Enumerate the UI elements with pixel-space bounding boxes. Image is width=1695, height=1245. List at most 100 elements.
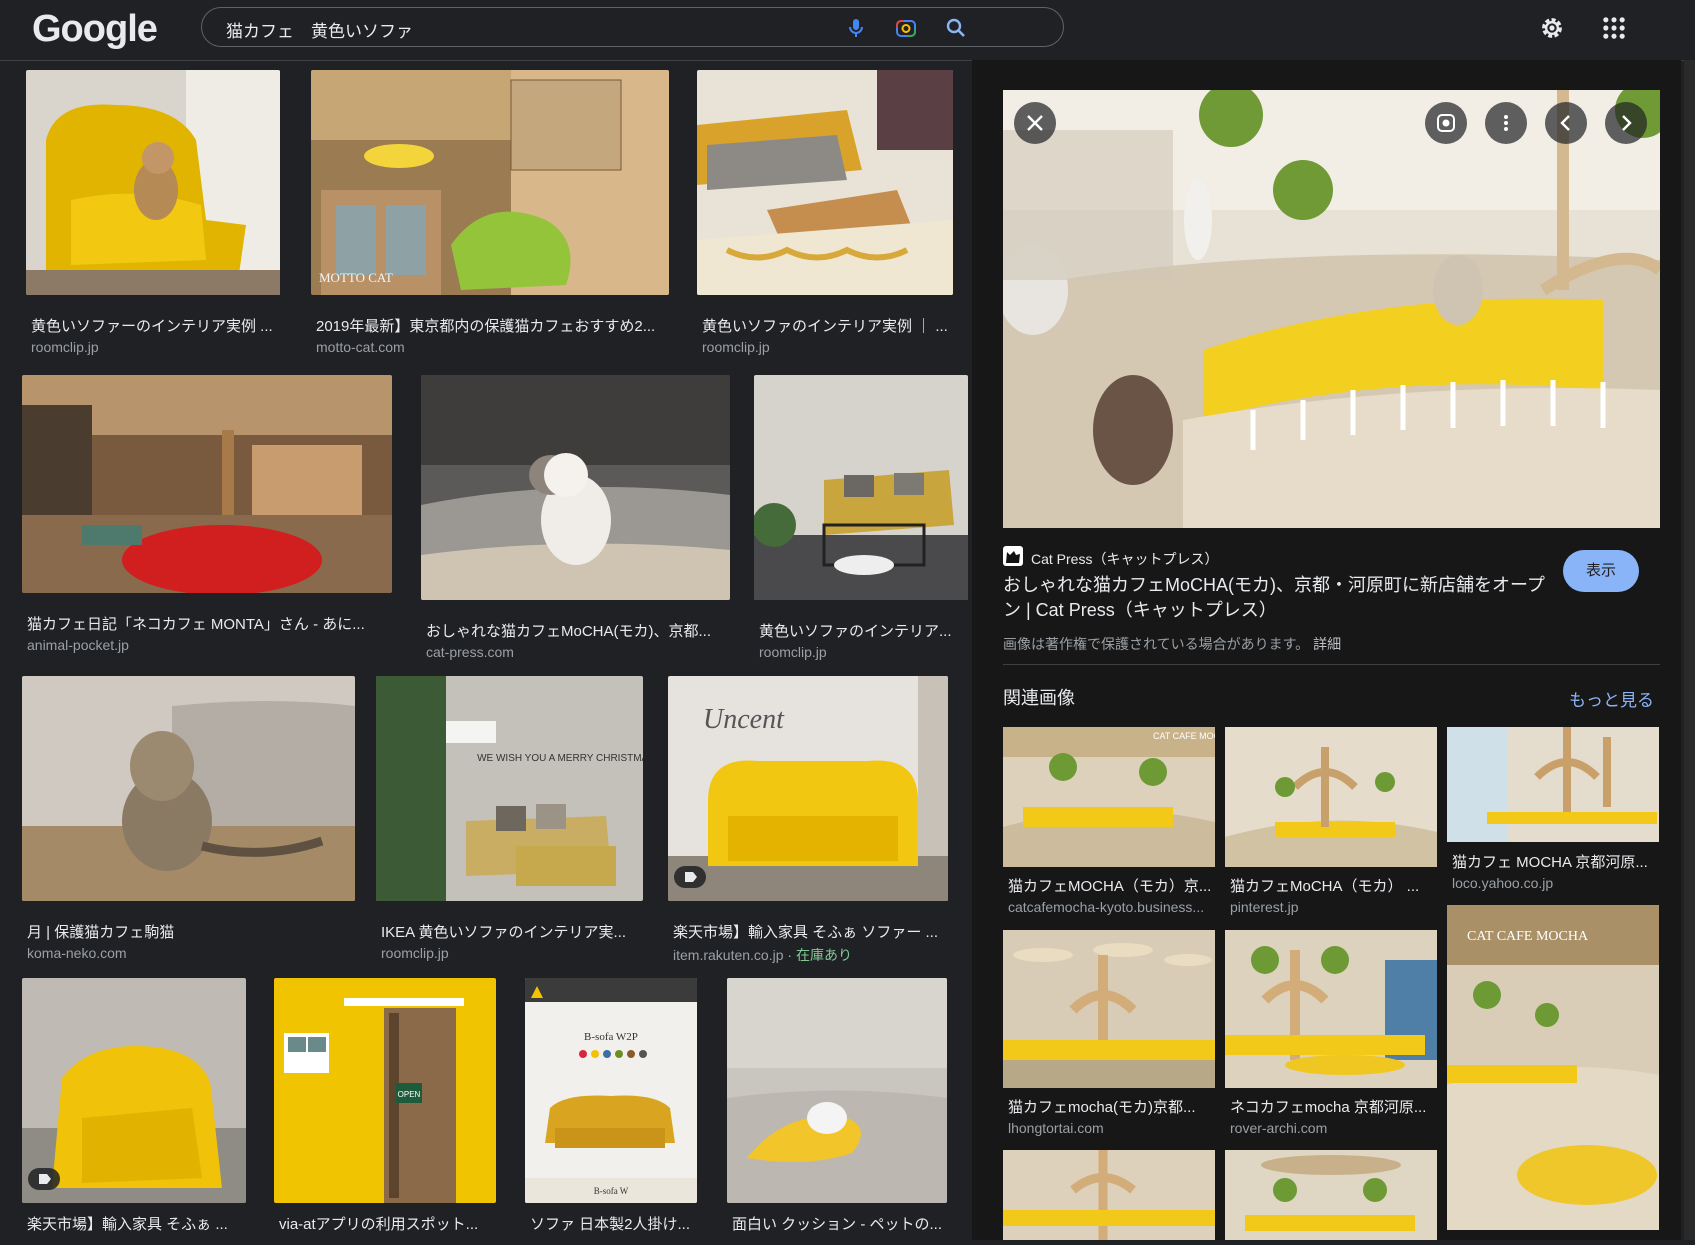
result-title[interactable]: IKEA 黄色いソファのインテリア実...: [381, 921, 649, 942]
related-image-card[interactable]: CAT CAFE MOCHA: [1447, 905, 1659, 1230]
related-image-card[interactable]: CAT CAFE MOCHA 猫カフェMOCHA（モカ）京... catcafe…: [1003, 727, 1233, 922]
result-source[interactable]: roomclip.jp: [31, 339, 99, 355]
see-more-link[interactable]: もっと見る: [1569, 686, 1654, 711]
related-image-card[interactable]: 猫カフェMoCHA（モカ） ... pinterest.jp: [1225, 727, 1437, 922]
related-image-card[interactable]: ネコカフェmocha 京都河原... rover-archi.com: [1225, 930, 1437, 1140]
related-image-card[interactable]: 猫カフェ MOCHA 京都河原... loco.yahoo.co.jp: [1447, 727, 1659, 902]
related-source[interactable]: catcafemocha-kyoto.business...: [1008, 899, 1213, 915]
motto-cat-watermark: MOTTO CAT: [319, 270, 393, 285]
result-card[interactable]: 楽天市場】輸入家具 そふぁ ...: [22, 978, 250, 1240]
result-thumbnail[interactable]: Uncent: [668, 676, 948, 901]
result-source[interactable]: item.rakuten.co.jp · 在庫あり: [673, 945, 852, 965]
search-input[interactable]: 猫カフェ 黄色いソファ: [226, 17, 413, 42]
search-box[interactable]: 猫カフェ 黄色いソファ: [201, 7, 1064, 47]
result-card[interactable]: おしゃれな猫カフェMoCHA(モカ)、京都... cat-press.com: [421, 375, 731, 660]
related-thumbnail[interactable]: CAT CAFE MOCHA: [1003, 727, 1233, 867]
google-logo[interactable]: Google: [32, 8, 158, 51]
result-thumbnail[interactable]: WE WISH YOU A MERRY CHRISTMAS: [376, 676, 643, 901]
result-thumbnail[interactable]: [421, 375, 730, 600]
result-source[interactable]: roomclip.jp: [702, 339, 770, 355]
result-thumbnail[interactable]: [26, 70, 280, 295]
chevron-left-icon: [1560, 115, 1570, 131]
result-thumbnail[interactable]: B-sofa W2P B-sofa W: [525, 978, 697, 1203]
result-card[interactable]: 黄色いソファーのインテリア実例 ... roomclip.jp: [26, 70, 282, 355]
result-thumbnail[interactable]: MOTTO CAT: [311, 70, 669, 295]
result-source[interactable]: koma-neko.com: [27, 945, 127, 961]
related-source[interactable]: loco.yahoo.co.jp: [1452, 875, 1657, 891]
apps-grid-icon[interactable]: [1600, 14, 1628, 42]
related-source[interactable]: rover-archi.com: [1230, 1120, 1435, 1136]
more-options-button[interactable]: [1485, 102, 1527, 144]
related-image-card[interactable]: [1225, 1150, 1437, 1240]
result-thumbnail[interactable]: [22, 375, 392, 593]
lens-icon[interactable]: [894, 16, 918, 40]
related-thumbnail[interactable]: [1447, 727, 1659, 842]
result-thumbnail[interactable]: OPEN: [274, 978, 496, 1203]
result-card[interactable]: Uncent 楽天市場】輸入家具 そふぁ ソファー ... item.rakut…: [668, 676, 968, 963]
mic-icon[interactable]: [844, 16, 868, 40]
related-thumbnail[interactable]: [1225, 727, 1437, 867]
preview-title[interactable]: おしゃれな猫カフェMoCHA(モカ)、京都・河原町に新店舗をオープン | Cat…: [1003, 573, 1548, 623]
result-card[interactable]: 黄色いソファのインテリア... roomclip.jp: [754, 375, 968, 660]
result-title[interactable]: 猫カフェ日記「ネコカフェ MONTA」さん - あに...: [27, 613, 395, 634]
related-title[interactable]: 猫カフェMOCHA（モカ）京...: [1008, 875, 1213, 896]
result-source[interactable]: roomclip.jp: [759, 644, 827, 660]
preview-image[interactable]: [1003, 90, 1660, 528]
result-thumbnail[interactable]: [727, 978, 947, 1203]
result-card[interactable]: 黄色いソファのインテリア実例 ｜ ... roomclip.jp: [697, 70, 955, 355]
related-image-card[interactable]: [1003, 1150, 1215, 1240]
related-thumbnail[interactable]: [1225, 1150, 1437, 1240]
related-source[interactable]: pinterest.jp: [1230, 899, 1435, 915]
result-title[interactable]: 黄色いソファのインテリア実例 ｜ ...: [702, 315, 954, 336]
search-with-lens-button[interactable]: [1425, 102, 1467, 144]
cafe-sign: CAT CAFE MOCHA: [1467, 929, 1589, 944]
next-image-button[interactable]: [1605, 102, 1647, 144]
result-card[interactable]: MOTTO CAT 2019年最新】東京都内の保護猫カフェおすすめ2... mo…: [311, 70, 671, 355]
result-source[interactable]: animal-pocket.jp: [27, 637, 129, 653]
result-title[interactable]: via-atアプリの利用スポット...: [279, 1213, 499, 1234]
result-title[interactable]: 月 | 保護猫カフェ駒猫: [27, 921, 357, 942]
view-page-button[interactable]: 表示: [1563, 550, 1639, 592]
preview-source-name[interactable]: Cat Press（キャットプレス）: [1031, 549, 1218, 569]
related-thumbnail[interactable]: [1003, 930, 1215, 1088]
result-source[interactable]: cat-press.com: [426, 644, 514, 660]
details-link[interactable]: 詳細: [1313, 636, 1341, 652]
result-title[interactable]: 楽天市場】輸入家具 そふぁ ...: [27, 1213, 251, 1234]
search-icon[interactable]: [944, 16, 968, 40]
result-card[interactable]: OPEN via-atアプリの利用スポット...: [274, 978, 498, 1240]
result-card[interactable]: B-sofa W2P B-sofa W ソファ 日本製2人掛け...: [525, 978, 697, 1240]
close-preview-button[interactable]: [1014, 102, 1056, 144]
result-title[interactable]: ソファ 日本製2人掛け...: [530, 1213, 698, 1234]
gear-icon[interactable]: [1538, 14, 1566, 42]
result-title[interactable]: おしゃれな猫カフェMoCHA(モカ)、京都...: [426, 620, 731, 641]
result-title[interactable]: 2019年最新】東京都内の保護猫カフェおすすめ2...: [316, 315, 671, 336]
related-title[interactable]: 猫カフェmocha(モカ)京都...: [1008, 1096, 1213, 1117]
result-thumbnail[interactable]: [22, 676, 355, 901]
result-card[interactable]: WE WISH YOU A MERRY CHRISTMAS IKEA 黄色いソフ…: [376, 676, 648, 961]
previous-image-button[interactable]: [1545, 102, 1587, 144]
related-thumbnail[interactable]: [1225, 930, 1437, 1088]
more-vert-icon: [1504, 115, 1508, 131]
result-title[interactable]: 黄色いソファーのインテリア実例 ...: [31, 315, 281, 336]
result-card[interactable]: 月 | 保護猫カフェ駒猫 koma-neko.com: [22, 676, 356, 961]
related-title[interactable]: 猫カフェ MOCHA 京都河原...: [1452, 851, 1657, 872]
result-title[interactable]: 面白い クッション - ペットの...: [732, 1213, 952, 1234]
result-thumbnail[interactable]: [697, 70, 953, 295]
result-title[interactable]: 楽天市場】輸入家具 そふぁ ソファー ...: [673, 921, 953, 942]
result-card[interactable]: 面白い クッション - ペットの...: [727, 978, 968, 1240]
in-stock-label: · 在庫あり: [783, 947, 852, 963]
result-source[interactable]: motto-cat.com: [316, 339, 405, 355]
related-source[interactable]: lhongtortai.com: [1008, 1120, 1213, 1136]
divider: [1003, 664, 1660, 665]
related-thumbnail[interactable]: CAT CAFE MOCHA: [1447, 905, 1659, 1230]
panel-scrollbar[interactable]: [1684, 60, 1695, 1240]
result-thumbnail[interactable]: [754, 375, 968, 600]
result-card[interactable]: 猫カフェ日記「ネコカフェ MONTA」さん - あに... animal-poc…: [22, 375, 394, 660]
related-thumbnail[interactable]: [1003, 1150, 1215, 1240]
result-source-domain[interactable]: item.rakuten.co.jp: [673, 947, 784, 963]
related-title[interactable]: 猫カフェMoCHA（モカ） ...: [1230, 875, 1435, 896]
result-title[interactable]: 黄色いソファのインテリア...: [759, 620, 964, 641]
related-title[interactable]: ネコカフェmocha 京都河原...: [1230, 1096, 1435, 1117]
result-source[interactable]: roomclip.jp: [381, 945, 449, 961]
related-image-card[interactable]: 猫カフェmocha(モカ)京都... lhongtortai.com: [1003, 930, 1215, 1140]
